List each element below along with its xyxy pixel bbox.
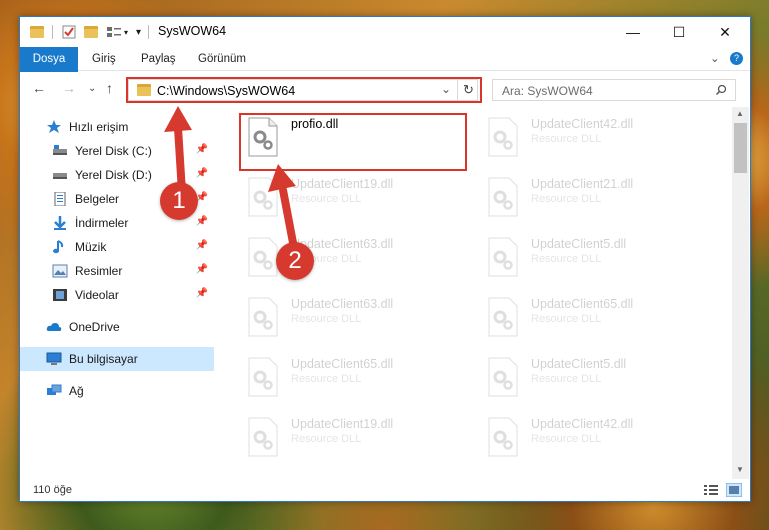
- arrow-2: [268, 164, 298, 252]
- step-2-badge: 2: [276, 242, 314, 280]
